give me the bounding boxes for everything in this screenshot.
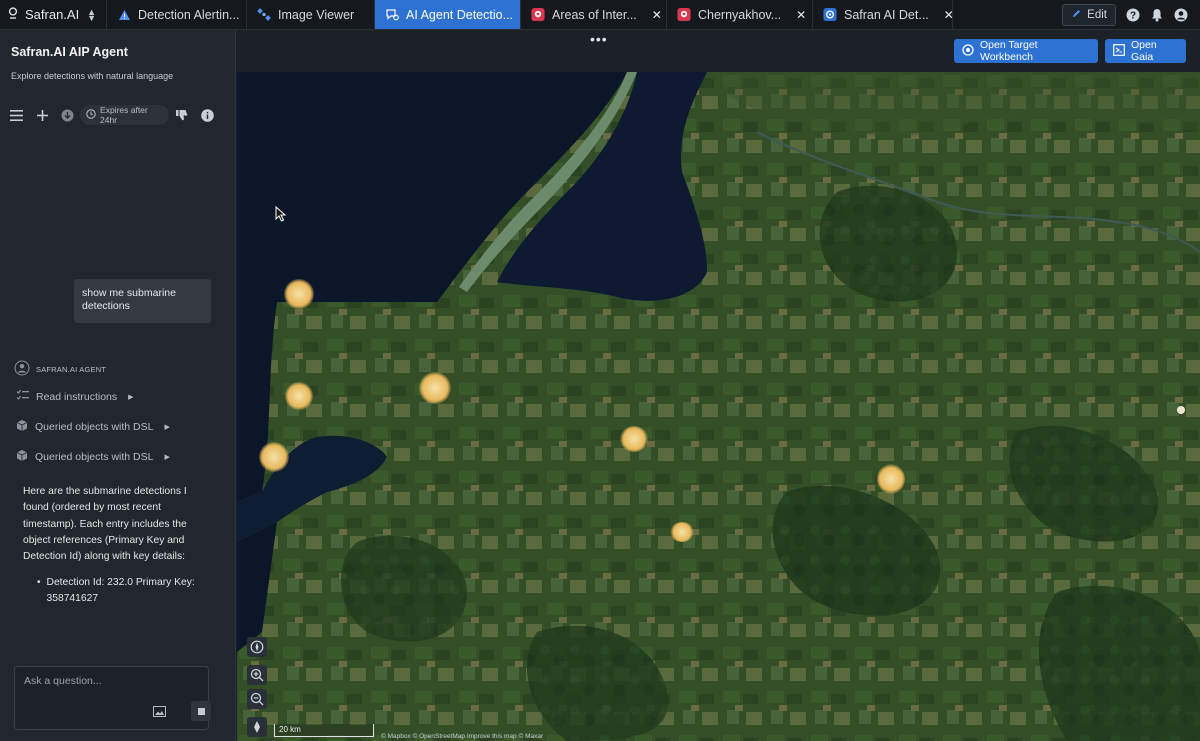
agent-panel: Safran.AI AIP Agent Explore detections w… <box>0 30 236 741</box>
chevron-updown-icon: ▲ ▼ <box>87 6 96 23</box>
gaia-map-icon <box>1113 43 1125 59</box>
tab-detection-alerting[interactable]: Detection Alertin... <box>107 0 247 29</box>
satellite-icon <box>257 8 271 22</box>
mouse-cursor-icon <box>275 206 287 222</box>
map-attribution[interactable]: © Mapbox © OpenStreetMap Improve this ma… <box>381 733 543 740</box>
expires-label: Expires after 24hr <box>100 105 148 125</box>
ask-input[interactable] <box>24 675 194 687</box>
panel-subtitle: Explore detections with natural language <box>11 71 174 81</box>
zoom-in-icon <box>250 668 264 682</box>
image-attach-icon[interactable] <box>152 704 166 718</box>
tab-chernyakhovsk[interactable]: Chernyakhov... ✕ <box>667 0 813 29</box>
target-icon <box>962 43 974 59</box>
user-message: show me submarine detections <box>74 279 211 323</box>
zoom-out-icon <box>250 692 264 706</box>
pencil-icon <box>1071 8 1082 22</box>
detection-cluster[interactable] <box>285 382 313 410</box>
cube-icon <box>16 419 28 435</box>
expires-badge[interactable]: Expires after 24hr <box>80 105 170 125</box>
detection-cluster[interactable] <box>419 372 451 404</box>
info-icon[interactable] <box>201 108 214 122</box>
close-tab-icon[interactable]: ✕ <box>796 8 806 22</box>
bullet-dot-icon: • <box>37 577 41 588</box>
tab-label: Chernyakhov... <box>698 7 782 22</box>
open-target-workbench-button[interactable]: Open Target Workbench <box>954 39 1098 63</box>
stop-square-icon <box>197 707 205 715</box>
cube-icon <box>16 449 28 465</box>
edit-button-label: Edit <box>1087 8 1107 21</box>
panel-title: Safran.AI AIP Agent <box>11 45 128 59</box>
tab-label: Areas of Inter... <box>552 7 637 22</box>
tab-label: AI Agent Detectio... <box>406 7 514 22</box>
map-pin-app-icon <box>531 7 545 22</box>
step-queried-objects[interactable]: Queried objects with DSL ▶ <box>16 449 170 465</box>
menu-list-icon[interactable] <box>10 108 24 122</box>
topbar-actions: Edit ? <box>1062 0 1200 29</box>
safran-app-icon <box>823 7 837 22</box>
detection-cluster[interactable] <box>259 442 289 472</box>
detection-cluster[interactable] <box>670 522 694 542</box>
agent-avatar-icon <box>14 360 30 378</box>
zoom-out-button[interactable] <box>247 689 267 709</box>
agent-label-text: SAFRAN.AI AGENT <box>36 364 107 374</box>
caret-right-icon: ▶ <box>164 424 170 431</box>
clock-icon <box>86 109 96 121</box>
caret-right-icon: ▶ <box>128 393 134 401</box>
scale-bar: 20 km <box>274 724 374 737</box>
button-label: Open Gaia <box>1131 39 1157 63</box>
edit-button[interactable]: Edit <box>1062 3 1116 26</box>
tab-image-viewer[interactable]: Image Viewer <box>247 0 375 29</box>
chat-agent-icon <box>385 8 399 22</box>
checklist-icon <box>16 389 29 404</box>
compass-icon <box>250 640 264 654</box>
caret-right-icon: ▶ <box>164 454 170 461</box>
svg-text:?: ? <box>1130 10 1136 21</box>
detection-cluster[interactable] <box>284 279 314 309</box>
help-icon[interactable]: ? <box>1126 8 1140 22</box>
satellite-map[interactable]: 20 km © Mapbox © OpenStreetMap Improve t… <box>237 72 1200 741</box>
step-label: Read instructions <box>36 390 118 403</box>
tab-label: Detection Alertin... <box>138 7 240 22</box>
close-tab-icon[interactable]: ✕ <box>652 8 662 22</box>
tab-areas-of-interest[interactable]: Areas of Inter... ✕ <box>521 0 667 29</box>
agent-toolbar: Expires after 24hr <box>10 105 226 125</box>
top-tab-bar: Safran.AI ▲ ▼ Detection Alertin... Image … <box>0 0 1200 30</box>
more-options-icon[interactable]: ••• <box>590 31 608 47</box>
composer <box>14 666 211 730</box>
bell-icon[interactable] <box>1150 8 1164 22</box>
tab-ai-agent-detections[interactable]: AI Agent Detectio... <box>375 0 521 29</box>
app-brand-label: Safran.AI <box>25 7 80 22</box>
detection-cluster[interactable] <box>877 464 905 494</box>
list-item: • Detection Id: 232.0 Primary Key: 35874… <box>37 575 217 608</box>
north-arrow-button[interactable] <box>247 717 267 737</box>
north-arrow-icon <box>254 721 260 733</box>
open-gaia-button[interactable]: Open Gaia <box>1105 39 1186 63</box>
map-basemap <box>237 72 1200 741</box>
detection-cluster[interactable] <box>620 426 648 452</box>
compass-button[interactable] <box>247 637 267 657</box>
tab-label: Safran AI Det... <box>844 7 929 22</box>
close-tab-icon[interactable]: ✕ <box>944 8 952 22</box>
step-label: Queried objects with DSL <box>35 451 154 463</box>
thumbs-down-icon[interactable] <box>175 108 188 122</box>
step-read-instructions[interactable]: Read instructions ▶ <box>16 389 134 404</box>
location-pin-icon <box>8 6 18 23</box>
step-queried-objects[interactable]: Queried objects with DSL ▶ <box>16 419 170 435</box>
tab-label: Image Viewer <box>278 7 355 22</box>
warning-triangle-icon <box>117 8 131 22</box>
add-icon[interactable] <box>35 108 48 122</box>
tab-safran-ai-detections[interactable]: Safran AI Det... ✕ <box>813 0 953 29</box>
button-label: Open Target Workbench <box>980 39 1038 63</box>
agent-label: SAFRAN.AI AGENT <box>14 360 106 378</box>
agent-answer: Here are the submarine detections I foun… <box>23 486 187 563</box>
zoom-in-button[interactable] <box>247 665 267 685</box>
user-avatar-icon[interactable] <box>1174 8 1188 22</box>
stop-button[interactable] <box>191 701 211 721</box>
map-pin-app-icon <box>677 7 691 22</box>
step-label: Queried objects with DSL <box>35 421 154 433</box>
detection-point[interactable] <box>1177 406 1185 414</box>
list-item-text: Detection Id: 232.0 Primary Key: 3587416… <box>46 577 195 605</box>
app-switcher[interactable]: Safran.AI ▲ ▼ <box>0 0 107 29</box>
download-icon[interactable] <box>61 108 74 122</box>
